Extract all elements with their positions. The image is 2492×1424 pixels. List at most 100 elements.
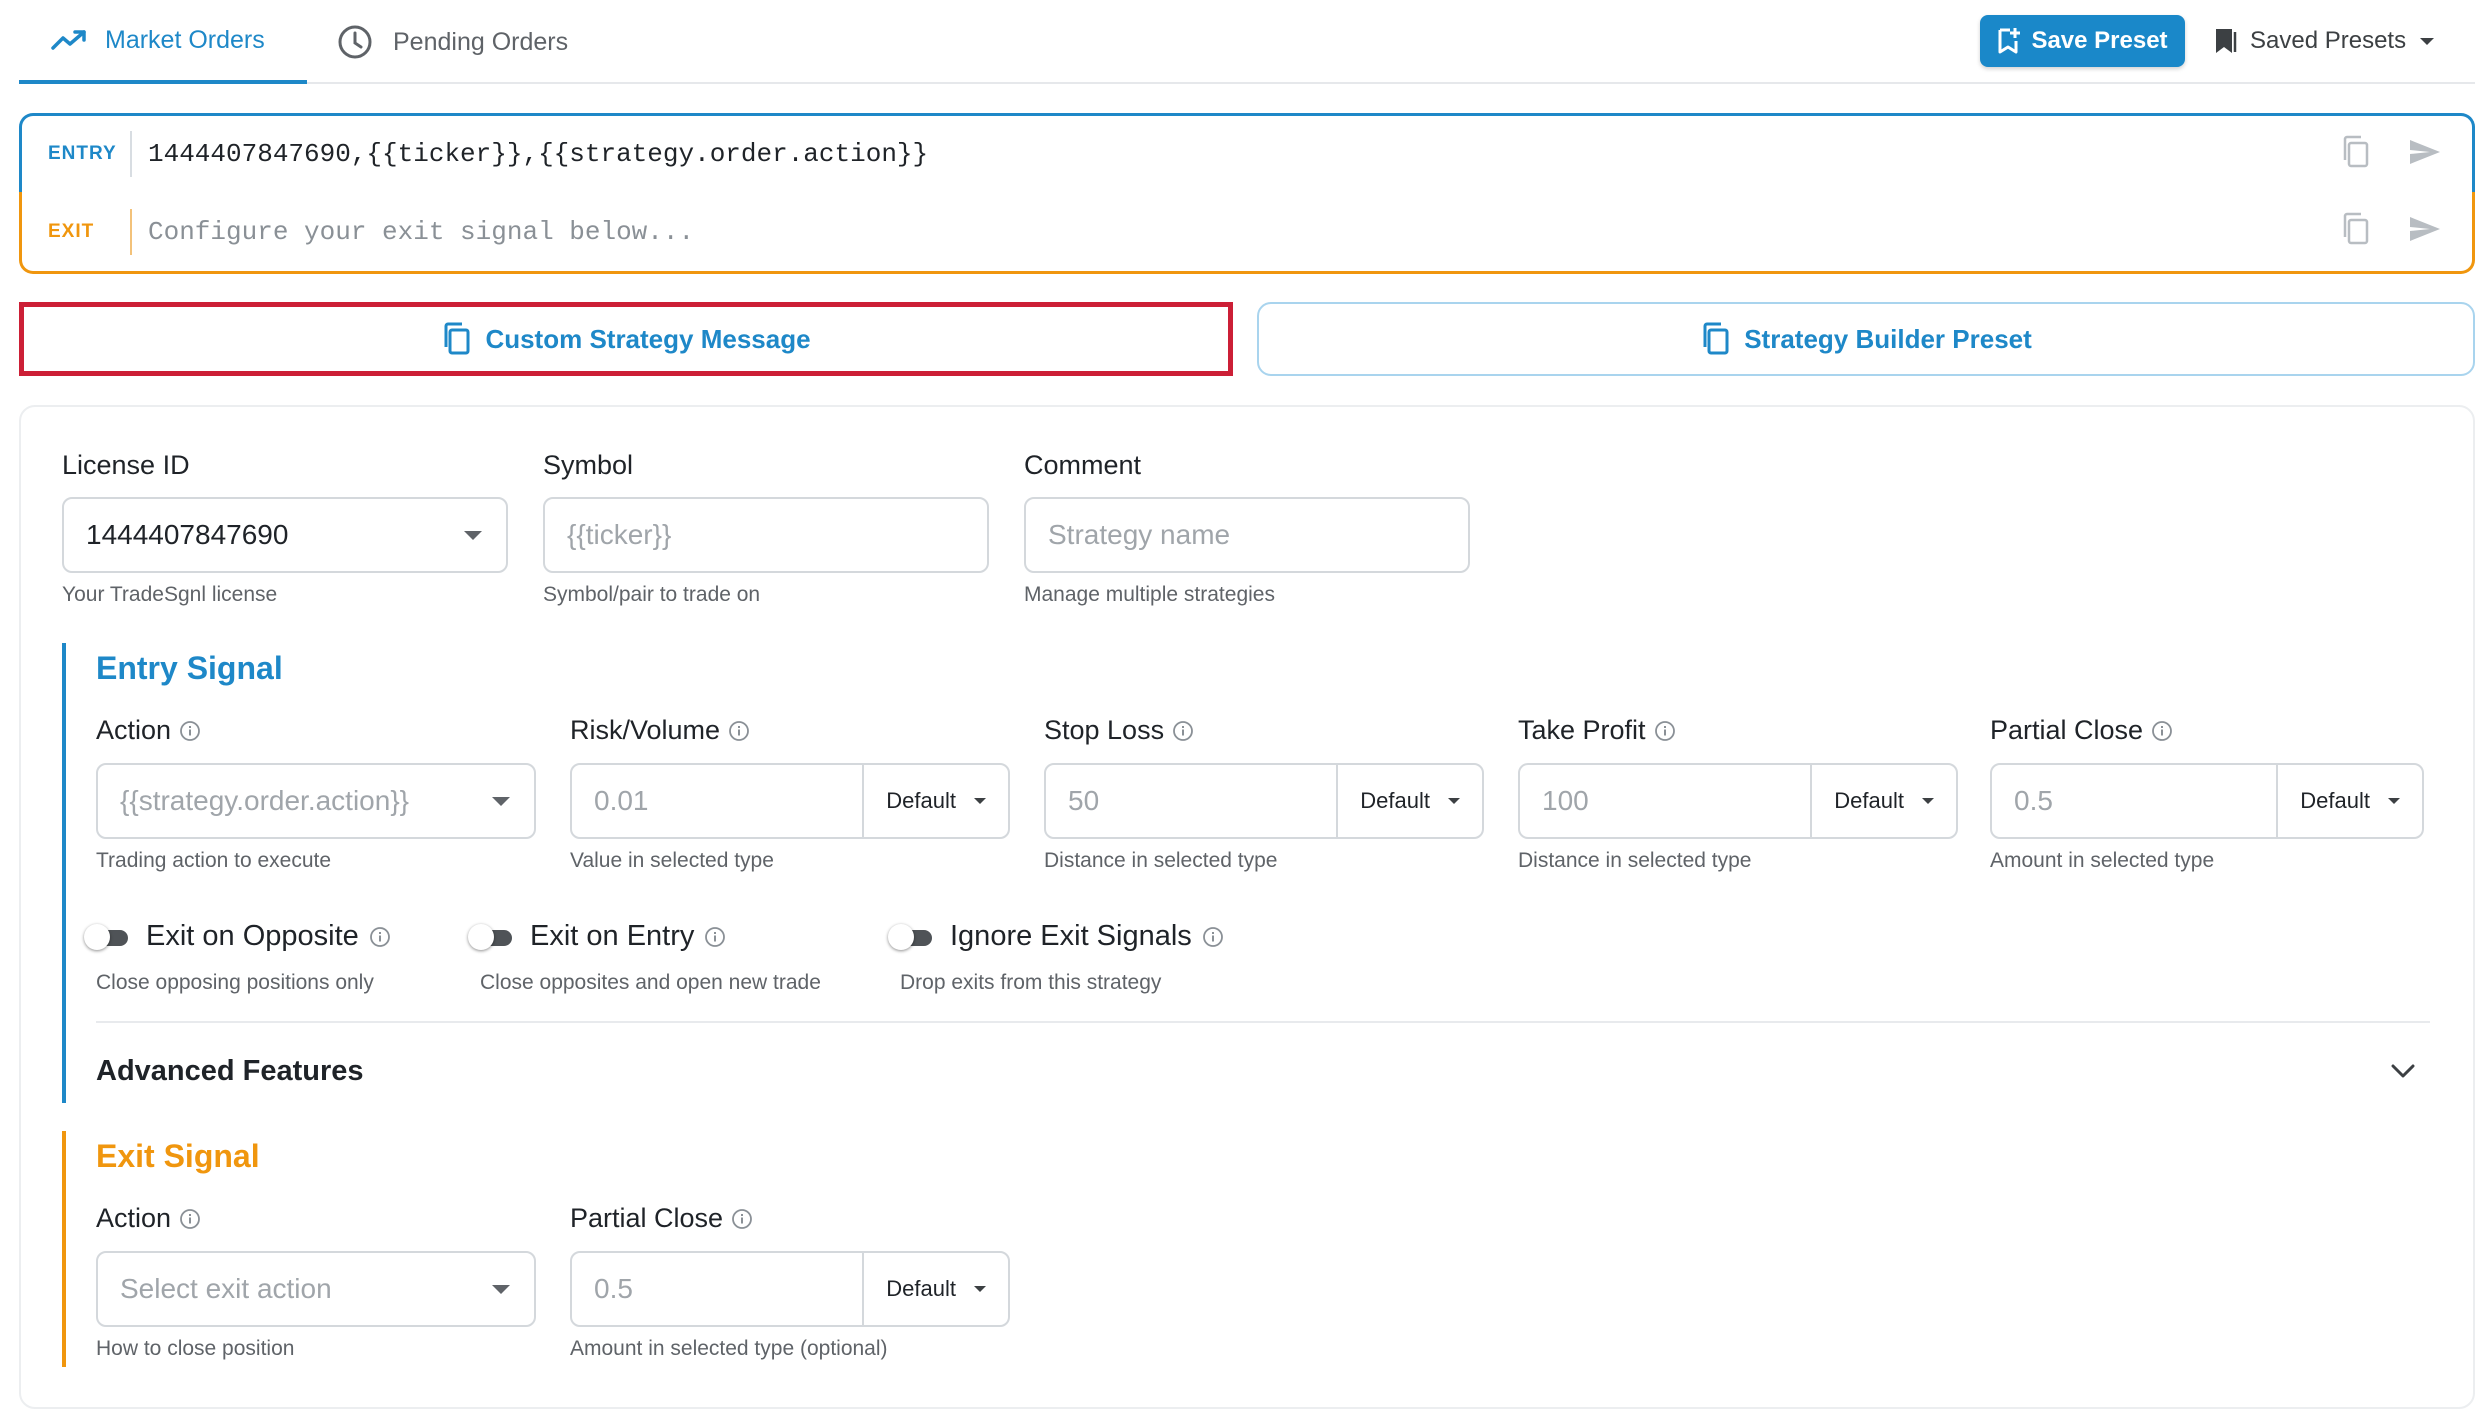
save-preset-button[interactable]: Save Preset: [1980, 15, 2185, 67]
info-icon[interactable]: [1654, 720, 1676, 742]
exit-on-entry-help: Close opposites and open new trade: [480, 971, 821, 994]
dropdown-arrow-icon: [974, 798, 986, 804]
dropdown-arrow-icon: [974, 1286, 986, 1292]
ignore-exit-signals-help: Drop exits from this strategy: [900, 971, 1162, 994]
stop-loss-help: Distance in selected type: [1044, 849, 1278, 872]
comment-input[interactable]: Strategy name: [1024, 497, 1470, 573]
exit-on-entry-label: Exit on Entry: [530, 920, 695, 952]
exit-signal-text[interactable]: Configure your exit signal below...: [132, 217, 2340, 247]
send-icon[interactable]: [2408, 215, 2442, 248]
stop-loss-type-value: Default: [1360, 788, 1430, 813]
exit-on-entry-toggle[interactable]: Exit on Entry: [468, 920, 726, 953]
dropdown-arrow-icon: [492, 1284, 510, 1294]
info-icon[interactable]: [728, 720, 750, 742]
comment-label: Comment: [1024, 450, 1142, 480]
tab-market-orders[interactable]: Market Orders: [19, 0, 307, 84]
entry-section-bar: [62, 643, 66, 1103]
dropdown-arrow-icon: [2388, 798, 2400, 804]
partial-close-label-text: Partial Close: [1990, 715, 2144, 745]
toggle-switch[interactable]: [888, 923, 934, 950]
copy-icon[interactable]: [2340, 135, 2370, 174]
partial-close-label: Partial Close: [1990, 715, 2173, 746]
license-id-help: Your TradeSgnl license: [62, 583, 278, 606]
exit-tag: EXIT: [22, 208, 132, 255]
license-id-select[interactable]: 1444407847690: [62, 497, 508, 573]
caret-down-icon: [2420, 37, 2435, 45]
trending-up-icon: [51, 29, 87, 51]
risk-volume-input[interactable]: 0.01 Default: [570, 763, 1010, 839]
exit-signal-row: EXIT Configure your exit signal below...: [19, 192, 2475, 274]
symbol-input[interactable]: {{ticker}}: [543, 497, 989, 573]
entry-signal-row: ENTRY 1444407847690,{{ticker}},{{strateg…: [19, 113, 2475, 193]
custom-strategy-message-button[interactable]: Custom Strategy Message: [19, 302, 1233, 376]
copy-icon: [444, 322, 470, 355]
strategy-builder-preset-button[interactable]: Strategy Builder Preset: [1257, 302, 2475, 376]
info-icon[interactable]: [704, 926, 726, 948]
partial-close-type-select[interactable]: Default: [2276, 765, 2422, 837]
take-profit-type-value: Default: [1834, 788, 1904, 813]
save-preset-label: Save Preset: [2031, 27, 2168, 54]
exit-signal-title: Exit Signal: [96, 1138, 260, 1174]
ignore-exit-signals-toggle[interactable]: Ignore Exit Signals: [888, 920, 1224, 953]
entry-action-placeholder: {{strategy.order.action}}: [120, 785, 410, 816]
send-icon[interactable]: [2408, 138, 2442, 171]
risk-volume-type-select[interactable]: Default: [862, 765, 1008, 837]
entry-action-select[interactable]: {{strategy.order.action}}: [96, 763, 536, 839]
info-icon[interactable]: [731, 1208, 753, 1230]
entry-signal-text[interactable]: 1444407847690,{{ticker}},{{strategy.orde…: [132, 139, 2340, 169]
info-icon[interactable]: [369, 926, 391, 948]
exit-section-bar: [62, 1131, 66, 1367]
strategy-builder-preset-label: Strategy Builder Preset: [1744, 323, 2032, 354]
bookmark-add-icon: [1998, 28, 2021, 54]
chevron-down-icon[interactable]: [2390, 1062, 2416, 1085]
dropdown-arrow-icon: [1448, 798, 1460, 804]
stop-loss-type-select[interactable]: Default: [1336, 765, 1482, 837]
partial-close-help: Amount in selected type: [1990, 849, 2215, 872]
info-icon[interactable]: [179, 1208, 201, 1230]
dropdown-arrow-icon: [464, 530, 482, 540]
exit-on-opposite-toggle[interactable]: Exit on Opposite: [84, 920, 391, 953]
partial-close-input[interactable]: 0.5 Default: [1990, 763, 2424, 839]
saved-presets-dropdown[interactable]: Saved Presets: [2214, 15, 2435, 67]
stop-loss-label: Stop Loss: [1044, 715, 1194, 746]
info-icon[interactable]: [179, 720, 201, 742]
take-profit-label: Take Profit: [1518, 715, 1676, 746]
partial-close-type-value: Default: [2300, 788, 2370, 813]
license-id-label: License ID: [62, 450, 190, 480]
exit-partial-close-help: Amount in selected type (optional): [570, 1337, 888, 1360]
tab-market-orders-label: Market Orders: [105, 25, 265, 54]
entry-tag: ENTRY: [22, 131, 132, 177]
info-icon[interactable]: [1202, 926, 1224, 948]
risk-volume-label-text: Risk/Volume: [570, 715, 721, 745]
license-id-value: 1444407847690: [86, 519, 289, 550]
exit-partial-close-input[interactable]: 0.5 Default: [570, 1251, 1010, 1327]
dropdown-arrow-icon: [492, 796, 510, 806]
take-profit-input[interactable]: 100 Default: [1518, 763, 1958, 839]
tab-pending-orders[interactable]: Pending Orders: [337, 0, 568, 84]
partial-close-placeholder: 0.5: [2014, 785, 2053, 816]
exit-partial-close-placeholder: 0.5: [594, 1273, 633, 1304]
exit-partial-close-type-select[interactable]: Default: [862, 1253, 1008, 1325]
stop-loss-placeholder: 50: [1068, 785, 1100, 816]
exit-action-label-text: Action: [96, 1203, 172, 1233]
bookmarks-icon: [2214, 27, 2238, 55]
copy-icon[interactable]: [2340, 212, 2370, 251]
exit-action-label: Action: [96, 1203, 201, 1234]
advanced-features-toggle[interactable]: Advanced Features: [96, 1055, 364, 1088]
symbol-label: Symbol: [543, 450, 634, 480]
info-icon[interactable]: [2151, 720, 2173, 742]
exit-on-opposite-label: Exit on Opposite: [146, 920, 359, 952]
take-profit-type-select[interactable]: Default: [1810, 765, 1956, 837]
stop-loss-input[interactable]: 50 Default: [1044, 763, 1484, 839]
toggle-switch[interactable]: [468, 923, 514, 950]
comment-placeholder: Strategy name: [1048, 519, 1231, 550]
exit-partial-close-type-value: Default: [886, 1276, 956, 1301]
info-icon[interactable]: [1172, 720, 1194, 742]
exit-on-opposite-help: Close opposing positions only: [96, 971, 374, 994]
tab-pending-orders-label: Pending Orders: [393, 27, 569, 56]
take-profit-placeholder: 100: [1542, 785, 1589, 816]
comment-help: Manage multiple strategies: [1024, 583, 1275, 606]
toggle-switch[interactable]: [84, 923, 130, 950]
exit-action-select[interactable]: Select exit action: [96, 1251, 536, 1327]
entry-action-help: Trading action to execute: [96, 849, 332, 872]
